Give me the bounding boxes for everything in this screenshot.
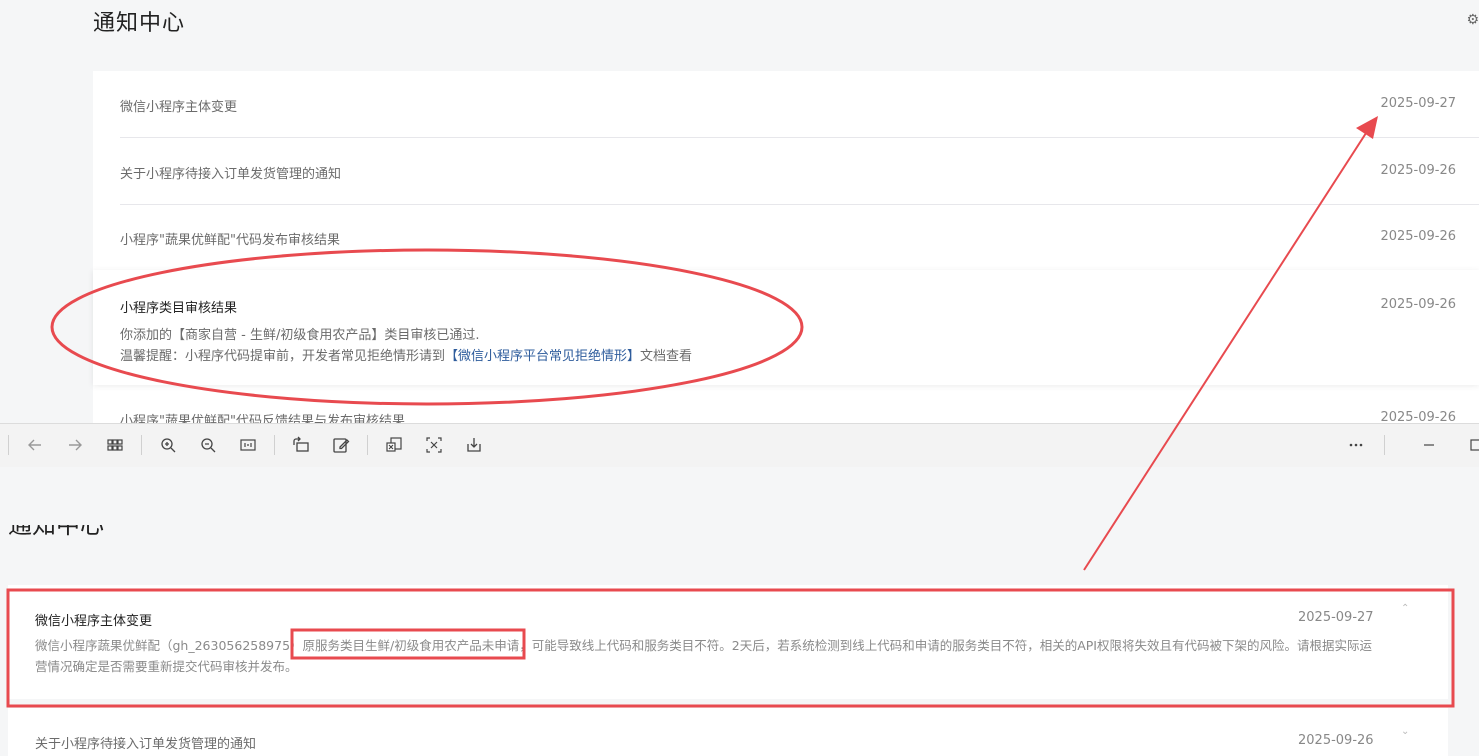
bottom-screenshot: 通知中心 微信小程序主体变更 2025-09-27 ⌃ 微信小程序蔬果优鲜配（g… <box>0 467 1479 756</box>
expanded-notice[interactable]: 小程序类目审核结果 2025-09-26 你添加的【商家自营 - 生鲜/初级食用… <box>93 270 1479 385</box>
chevron-down-icon[interactable]: ⌄ <box>1401 726 1409 737</box>
maximize-icon[interactable] <box>1458 432 1479 458</box>
divider <box>1384 435 1385 455</box>
rotate-icon[interactable] <box>287 432 315 458</box>
expanded-notice[interactable]: 微信小程序主体变更 2025-09-27 ⌃ 微信小程序蔬果优鲜配（gh_263… <box>8 585 1448 699</box>
excel-icon[interactable] <box>380 432 408 458</box>
rejection-doc-link[interactable]: 【微信小程序平台常见拒绝情形】 <box>445 349 640 364</box>
list-item[interactable]: 关于小程序待接入订单发货管理的通知 2025-09-26 <box>120 138 1479 205</box>
notice-body: 微信小程序蔬果优鲜配（gh_263056258975）原服务类目生鲜/初级食用农… <box>35 635 1375 677</box>
notice-title: 关于小程序待接入订单发货管理的通知 <box>35 737 257 752</box>
divider <box>8 435 9 455</box>
notice-title: 小程序类目审核结果 <box>120 301 238 316</box>
divider <box>141 435 142 455</box>
highlighted-text: 原服务类目生鲜/初级食用农产品未申请， <box>302 638 532 653</box>
grid-icon[interactable] <box>101 432 129 458</box>
zoom-in-icon[interactable] <box>154 432 182 458</box>
notice-date: 2025-09-27 <box>1380 96 1456 111</box>
chevron-up-icon[interactable]: ⌃ <box>1401 603 1409 614</box>
notice-date: 2025-09-26 <box>1380 297 1456 312</box>
reminder-suffix: 文档查看 <box>640 349 693 364</box>
zoom-out-icon[interactable] <box>194 432 222 458</box>
page-title-cropped: 通知中心 <box>8 525 104 539</box>
list-item[interactable]: 小程序"蔬果优鲜配"代码发布审核结果 2025-09-26 <box>120 204 1479 270</box>
notice-date: 2025-09-26 <box>1298 733 1374 748</box>
page-title: 通知中心 <box>93 11 186 36</box>
edit-icon[interactable] <box>327 432 355 458</box>
list-item[interactable]: 关于小程序待接入订单发货管理的通知 2025-09-26 ⌄ <box>8 708 1448 756</box>
notice-body-line: 你添加的【商家自营 - 生鲜/初级食用农产品】类目审核已通过. <box>120 328 480 343</box>
notice-title: 微信小程序主体变更 <box>120 100 238 115</box>
notice-body-line: 温馨提醒：小程序代码提审前，开发者常见拒绝情形请到【微信小程序平台常见拒绝情形】… <box>120 345 692 364</box>
notice-date: 2025-09-26 <box>1380 229 1456 244</box>
notice-title: 小程序"蔬果优鲜配"代码发布审核结果 <box>120 233 340 248</box>
list-item[interactable]: 微信小程序主体变更 2025-09-27 <box>120 71 1479 138</box>
fit-icon[interactable] <box>234 432 262 458</box>
notice-title: 微信小程序主体变更 <box>35 614 153 629</box>
save-icon[interactable] <box>460 432 488 458</box>
notice-title: 关于小程序待接入订单发货管理的通知 <box>120 167 342 182</box>
more-icon[interactable] <box>1342 432 1370 458</box>
reminder-text: 温馨提醒：小程序代码提审前，开发者常见拒绝情形请到 <box>120 349 446 364</box>
notice-date: 2025-09-26 <box>1380 163 1456 178</box>
divider <box>274 435 275 455</box>
top-screenshot: 通知中心 ⚙ 微信小程序主体变更 2025-09-27 关于小程序待接入订单发货… <box>0 0 1479 423</box>
body-prefix: 微信小程序蔬果优鲜配（gh_263056258975） <box>35 638 303 653</box>
divider <box>367 435 368 455</box>
back-icon[interactable] <box>21 432 49 458</box>
minimize-icon[interactable] <box>1415 432 1443 458</box>
notice-title[interactable]: 小程序"蔬果优鲜配"代码反馈结果与发布审核结果 <box>120 410 405 423</box>
formula-icon[interactable] <box>420 432 448 458</box>
notice-date: 2025-09-27 <box>1298 610 1374 625</box>
notice-date: 2025-09-26 <box>1380 410 1456 423</box>
forward-icon[interactable] <box>61 432 89 458</box>
settings-icon[interactable]: ⚙ <box>1466 12 1479 28</box>
viewer-toolbar <box>0 423 1479 468</box>
